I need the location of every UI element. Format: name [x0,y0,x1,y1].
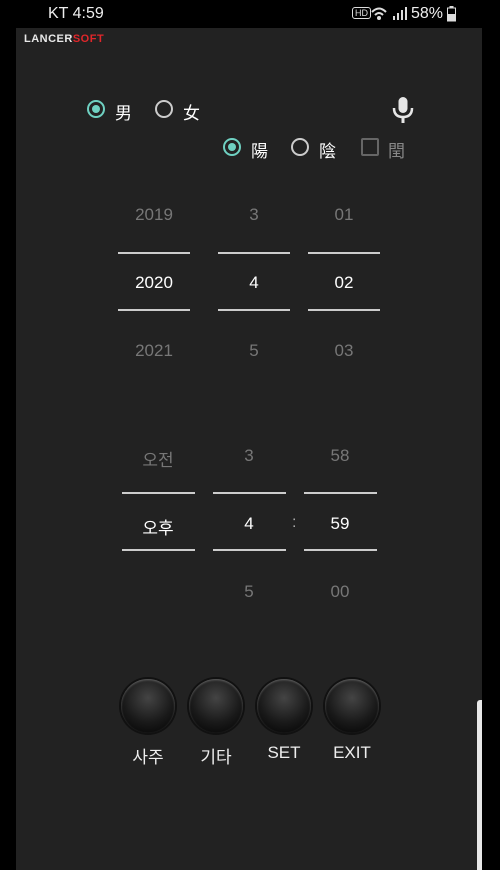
minute-next[interactable]: 00 [300,582,380,602]
minute-prev[interactable]: 58 [300,446,380,466]
month-divider-bottom [218,309,290,311]
ampm-prev[interactable]: 오전 [118,446,198,471]
day-current[interactable]: 02 [304,273,384,293]
hd-icon: HD [352,7,371,19]
lunar-label: 陰 [319,142,336,162]
battery-icon [447,6,456,22]
year-current[interactable]: 2020 [114,273,194,293]
app-screen [16,0,482,870]
leap-month-label: 閏 [388,142,405,162]
month-next[interactable]: 5 [214,341,294,361]
exit-label: EXIT [333,743,371,762]
minute-divider-top [304,492,377,494]
microphone-icon[interactable] [390,96,416,126]
etc-button[interactable] [189,679,243,733]
hour-next[interactable]: 5 [209,582,289,602]
hour-current[interactable]: 4 [209,514,289,534]
signal-icon [393,7,407,20]
logo-part-lancer: LANCER [24,33,73,45]
hour-prev[interactable]: 3 [209,446,289,466]
lunar-radio[interactable] [291,138,309,156]
hour-divider-bottom [213,549,286,551]
year-prev[interactable]: 2019 [114,205,194,225]
female-label: 女 [183,104,200,124]
male-label: 男 [115,104,132,124]
wifi-icon [371,7,387,20]
exit-button[interactable] [325,679,379,733]
lancersoft-logo: LANCERSOFT [24,33,104,45]
day-next[interactable]: 03 [304,341,384,361]
month-divider-top [218,252,290,254]
minute-divider-bottom [304,549,377,551]
ampm-divider-top [122,492,195,494]
year-next[interactable]: 2021 [114,341,194,361]
solar-label: 陽 [251,142,268,162]
time-separator: : [292,514,297,531]
year-divider-bottom [118,309,190,311]
set-label: SET [267,743,301,762]
saju-button[interactable] [121,679,175,733]
battery-percent: 58% [411,5,444,22]
leap-month-checkbox[interactable] [361,138,379,156]
status-bar: KT 4:59 HD 58% [0,0,500,28]
edge-panel-handle[interactable] [477,700,482,870]
day-divider-bottom [308,309,380,311]
hour-divider-top [213,492,286,494]
logo-part-soft: SOFT [72,33,105,45]
month-current[interactable]: 4 [214,273,294,293]
minute-current[interactable]: 59 [300,514,380,534]
solar-radio[interactable] [223,138,241,156]
year-divider-top [118,252,190,254]
female-radio[interactable] [155,100,173,118]
month-prev[interactable]: 3 [214,205,294,225]
carrier-time: KT 4:59 [48,5,104,22]
ampm-current[interactable]: 오후 [118,514,198,539]
etc-label: 기타 [200,748,232,767]
day-prev[interactable]: 01 [304,205,384,225]
saju-label: 사주 [132,748,164,767]
ampm-divider-bottom [122,549,195,551]
male-radio[interactable] [87,100,105,118]
day-divider-top [308,252,380,254]
set-button[interactable] [257,679,311,733]
